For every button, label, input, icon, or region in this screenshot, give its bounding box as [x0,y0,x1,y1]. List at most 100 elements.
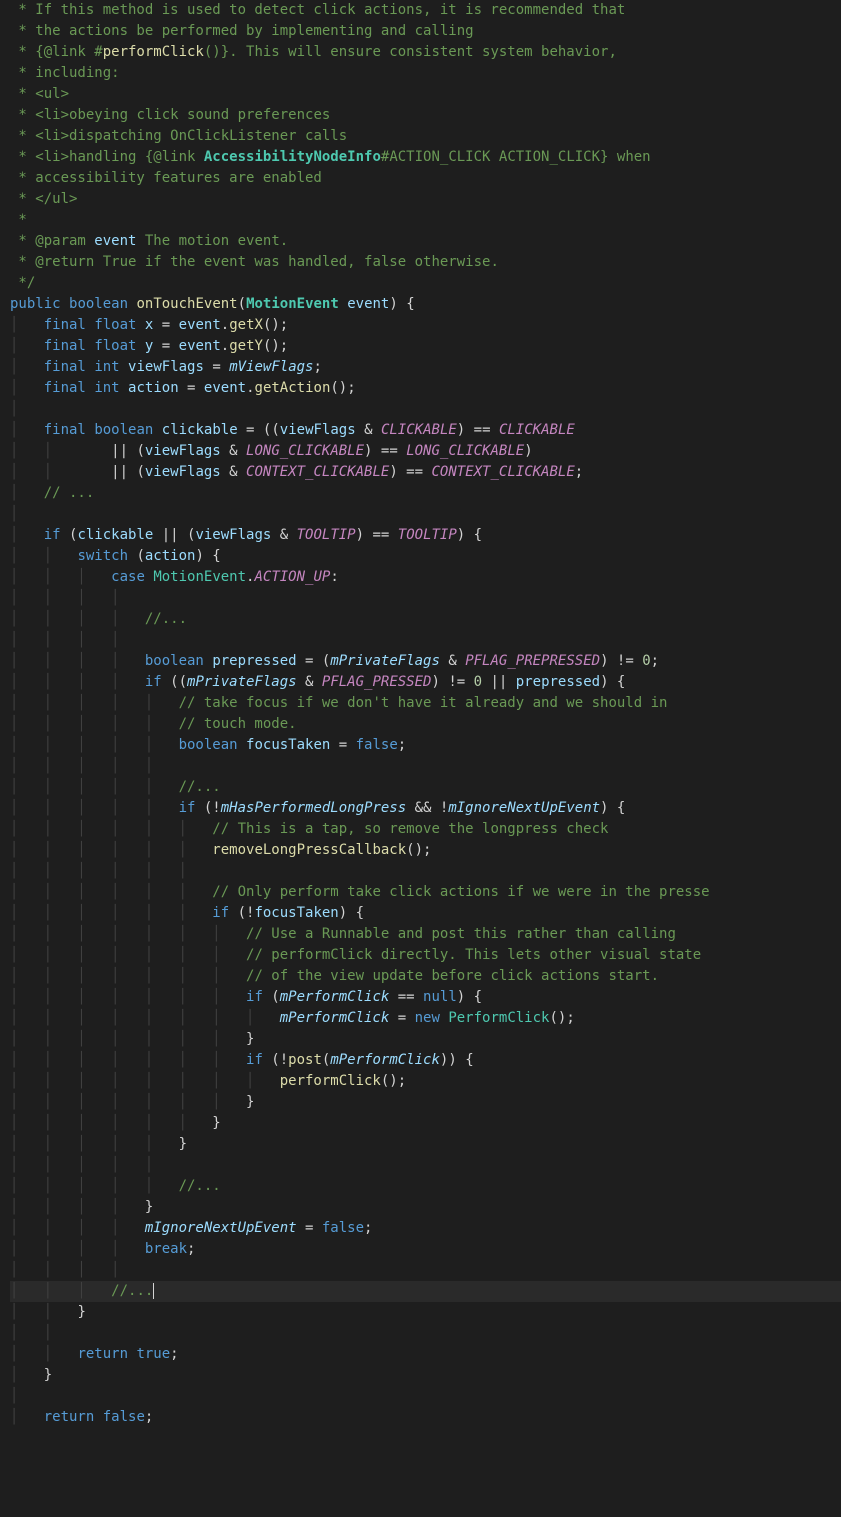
field-minue: mIgnoreNextUpEvent [448,800,600,816]
kw-int: int [94,359,119,375]
kw-switch: switch [77,548,128,564]
doc-line-8a: * <li> [10,149,69,165]
field-mpc2: mPerformClick [280,1010,390,1026]
ref-vf2: viewFlags [145,443,221,459]
kw-break: break [145,1241,187,1257]
const-clickable: CLICKABLE [381,422,457,438]
kw-if4: if [212,905,229,921]
call-rlpc: removeLongPressCallback [212,842,406,858]
doc-line-8d: #ACTION_CLICK ACTION_CLICK} when [381,149,651,165]
var-viewflags: viewFlags [128,359,204,375]
num-zero2: 0 [474,674,482,690]
kw-boolean2: boolean [94,422,153,438]
field-mpc: mPerformClick [280,989,390,1005]
comment-dots1: // ... [44,485,95,501]
ref-event: event [179,317,221,333]
doc-line-7a: * <li> [10,128,69,144]
doc-line-11: * [10,212,27,228]
doc-line-4: * including: [10,65,120,81]
comment-r1: // Use a Runnable and post this rather t… [246,926,676,942]
var-focustaken: focusTaken [246,737,330,753]
const-pressed: PFLAG_PRESSED [322,674,432,690]
ref-prepressed: prepressed [516,674,600,690]
call-performclick: performClick [280,1073,381,1089]
var-action: action [128,380,179,396]
const-clickable2: CLICKABLE [499,422,575,438]
text-cursor [153,1283,154,1299]
method-name: onTouchEvent [136,296,237,312]
num-zero: 0 [642,653,650,669]
kw-public: public [10,296,61,312]
kw-return2: return [44,1409,95,1425]
kw-new: new [415,1010,440,1026]
doc-line-7b: dispatching OnClickListener calls [69,128,347,144]
doc-line-12a: * @param [10,233,94,249]
comment-dots2: //... [145,611,187,627]
ref-vf3: viewFlags [145,464,221,480]
kw-final2: final [44,338,86,354]
kw-float: float [94,317,136,333]
var-clickable: clickable [162,422,238,438]
kw-boolean: boolean [69,296,128,312]
var-y: y [145,338,153,354]
const-tooltip: TOOLTIP [297,527,356,543]
kw-false2: false [322,1220,364,1236]
doc-line-3a: * {@link # [10,44,103,60]
code-content: * If this method is used to detect click… [10,2,841,1425]
type-motionevent: MotionEvent [246,296,339,312]
kw-true: true [136,1346,170,1362]
kw-if3: if [179,800,196,816]
kw-false: false [356,737,398,753]
doc-line-6a: * <li> [10,107,69,123]
comment-dots3: //... [179,779,221,795]
field-minue2: mIgnoreNextUpEvent [145,1220,297,1236]
const-actionup: ACTION_UP [254,569,330,585]
kw-case: case [111,569,145,585]
call-post: post [288,1052,322,1068]
const-ctxclick2: CONTEXT_CLICKABLE [431,464,574,480]
doc-line-10: * </ul> [10,191,77,207]
ref-vf4: viewFlags [195,527,271,543]
kw-boolean4: boolean [179,737,238,753]
const-longclick: LONG_CLICKABLE [246,443,364,459]
field-mhplp: mHasPerformedLongPress [221,800,406,816]
const-ctxclick: CONTEXT_CLICKABLE [246,464,389,480]
kw-int2: int [94,380,119,396]
call-gety: getY [229,338,263,354]
kw-return1: return [77,1346,128,1362]
doc-line-8b: handling {@link [69,149,204,165]
doc-line-1: * If this method is used to detect click… [10,2,625,18]
comment-dots4: //... [179,1178,221,1194]
const-prepressed: PFLAG_PREPRESSED [465,653,600,669]
param-event: event [347,296,389,312]
kw-if2: if [145,674,162,690]
code-editor[interactable]: * If this method is used to detect click… [0,0,841,1428]
ref-event2: event [179,338,221,354]
comment-only: // Only perform take click actions if we… [212,884,709,900]
field-mpf2: mPrivateFlags [187,674,297,690]
ref-vf1: viewFlags [280,422,356,438]
type-performclick: PerformClick [448,1010,549,1026]
comment-take2: // touch mode. [179,716,297,732]
comment-r2: // performClick directly. This lets othe… [246,947,701,963]
ref-clickable: clickable [77,527,153,543]
doc-line-6b: obeying click sound preferences [69,107,330,123]
var-x: x [145,317,153,333]
comment-take1: // take focus if we don't have it alread… [179,695,668,711]
field-mpc3: mPerformClick [330,1052,440,1068]
kw-final4: final [44,380,86,396]
doc-link-ani: AccessibilityNodeInfo [204,149,381,165]
kw-final5: final [44,422,86,438]
const-tooltip2: TOOLTIP [398,527,457,543]
ref-focustaken: focusTaken [254,905,338,921]
kw-if1: if [44,527,61,543]
kw-final3: final [44,359,86,375]
kw-float2: float [94,338,136,354]
field-mviewflags: mViewFlags [229,359,313,375]
comment-dots5: //... [111,1283,153,1299]
var-prepressed: prepressed [212,653,296,669]
doc-end: */ [10,275,35,291]
doc-link-performclick: performClick [103,44,204,60]
doc-line-9: * accessibility features are enabled [10,170,322,186]
field-mpf: mPrivateFlags [330,653,440,669]
